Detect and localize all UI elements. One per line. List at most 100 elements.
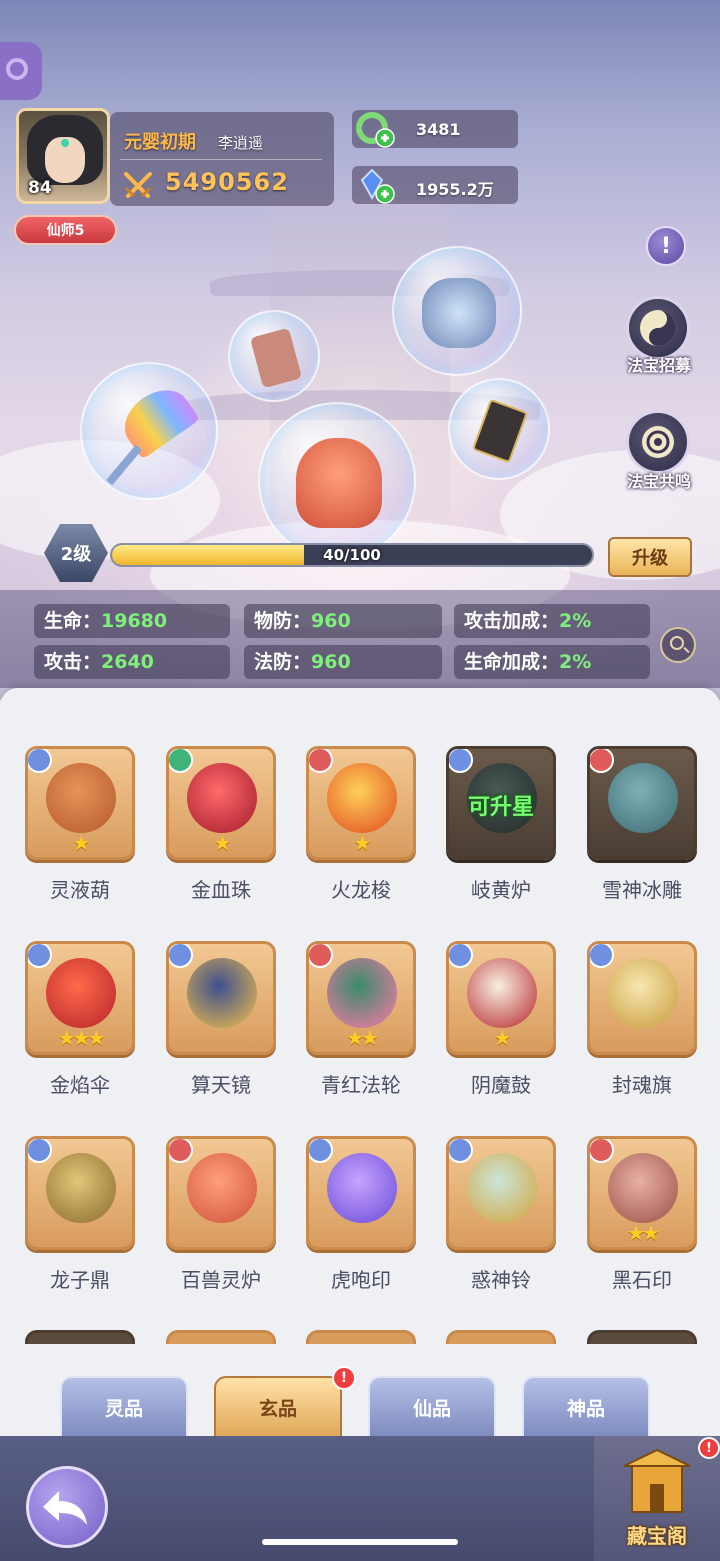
treasure-card[interactable]: ★ [166, 746, 276, 860]
treasure-bubble-fan[interactable] [80, 362, 218, 500]
player-name: 李逍遥 [218, 134, 264, 152]
treasure-name: 青红法轮 [321, 1073, 401, 1097]
stats-detail-button[interactable] [660, 627, 696, 663]
treasure-card[interactable]: ★★ [587, 1136, 697, 1250]
treasure-item-icon [608, 958, 678, 1028]
treasure-card[interactable] [306, 1136, 416, 1250]
treasure-name: 虎咆印 [331, 1268, 391, 1292]
treasure-card-partial[interactable] [306, 1330, 416, 1344]
treasure-card-partial[interactable] [166, 1330, 276, 1344]
treasure-card[interactable]: ★★★ [25, 941, 135, 1055]
treasure-name: 灵液葫 [50, 878, 110, 902]
ring-icon [6, 58, 28, 80]
element-type-icon [449, 749, 473, 773]
treasure-item-icon [46, 763, 116, 833]
stat-attack-bonus: 攻击加成：2% [454, 604, 650, 638]
tab-xian-grade[interactable]: 仙品 [368, 1376, 496, 1436]
treasure-name: 阴魔鼓 [471, 1073, 531, 1097]
element-type-icon [590, 944, 614, 968]
home-indicator[interactable] [262, 1539, 458, 1545]
treasure-item-icon [608, 1153, 678, 1223]
treasure-bubble-stone-seal[interactable] [228, 310, 320, 402]
resonance-label: 法宝共鸣 [626, 472, 691, 491]
treasure-item-icon [187, 958, 257, 1028]
treasure-card-partial[interactable] [446, 1330, 556, 1344]
upgrade-button[interactable]: 升级 [608, 537, 692, 577]
treasure-card[interactable] [25, 1136, 135, 1250]
player-level: 84 [28, 178, 52, 198]
treasure-item-icon [327, 1153, 397, 1223]
treasure-card[interactable]: ★ [446, 941, 556, 1055]
info-button[interactable]: ! [646, 226, 686, 266]
stat-hp: 生命：19680 [34, 604, 230, 638]
treasure-name: 惑神铃 [471, 1268, 531, 1292]
treasure-item-icon [46, 1153, 116, 1223]
recruit-label: 法宝招募 [626, 356, 691, 375]
treasure-card[interactable]: ★ [25, 746, 135, 860]
jade-coin-plus-icon[interactable] [354, 110, 396, 150]
element-type-icon [590, 749, 614, 773]
side-menu-tab[interactable] [0, 42, 42, 100]
treasure-card[interactable] [446, 1136, 556, 1250]
player-realm: 元婴初期 [124, 132, 196, 153]
exp-progress-bar: 40/100 [110, 543, 594, 567]
element-type-icon [449, 944, 473, 968]
stat-attack: 攻击：2640 [34, 645, 230, 679]
treasure-bubble-ice-statue[interactable] [392, 246, 522, 376]
jade-amount: 3481 [416, 120, 461, 139]
divider [120, 159, 322, 160]
treasure-card[interactable]: 可升星 [446, 746, 556, 860]
treasure-name: 黑石印 [612, 1268, 672, 1292]
treasure-card-partial[interactable] [587, 1330, 697, 1344]
tab-xuan-grade[interactable]: 玄品 [214, 1376, 342, 1436]
treasure-item-icon [467, 1153, 537, 1223]
back-arrow-icon [43, 1491, 87, 1525]
resonance-button[interactable] [626, 410, 690, 474]
treasure-bubble-beast-furnace[interactable] [258, 402, 416, 560]
treasure-name: 算天镜 [191, 1073, 251, 1097]
treasure-card[interactable]: ★ [306, 746, 416, 860]
star-rating: ★ [213, 831, 232, 855]
element-type-icon [169, 1139, 193, 1163]
treasure-item-icon [187, 1153, 257, 1223]
stat-phys-def: 物防：960 [244, 604, 442, 638]
exp-progress-text: 40/100 [323, 546, 381, 564]
vip-badge[interactable]: 仙师5 [14, 215, 117, 245]
element-type-icon [169, 944, 193, 968]
treasure-card-partial[interactable] [25, 1330, 135, 1344]
magnifier-icon [670, 636, 684, 650]
treasure-pavilion-label: 藏宝阁 [627, 1524, 687, 1548]
crystal-amount: 1955.2万 [416, 180, 494, 199]
combat-power: 5490562 [165, 168, 289, 196]
treasure-item-icon [608, 763, 678, 833]
treasure-name: 金血珠 [191, 878, 251, 902]
treasure-item-icon [187, 763, 257, 833]
treasure-name: 百兽灵炉 [181, 1268, 261, 1292]
back-button[interactable] [26, 1466, 108, 1548]
stat-hp-bonus: 生命加成：2% [454, 645, 650, 679]
star-rating: ★ [353, 831, 372, 855]
treasure-item-icon [467, 958, 537, 1028]
element-type-icon [169, 749, 193, 773]
blue-crystal-plus-icon[interactable] [354, 166, 396, 206]
recruit-button[interactable] [626, 296, 690, 360]
treasure-name: 封魂旗 [612, 1073, 672, 1097]
tab-ling-grade[interactable]: 灵品 [60, 1376, 188, 1436]
treasure-bubble-banner[interactable] [448, 378, 550, 480]
star-rating: ★★ [627, 1221, 660, 1245]
element-type-icon [309, 1139, 333, 1163]
yin-yang-icon [640, 310, 676, 346]
treasure-card[interactable]: ★★ [306, 941, 416, 1055]
treasure-name: 金焰伞 [50, 1073, 110, 1097]
treasure-card[interactable] [587, 941, 697, 1055]
element-type-icon [28, 1139, 52, 1163]
treasure-card[interactable] [166, 941, 276, 1055]
tab-shen-grade[interactable]: 神品 [522, 1376, 650, 1436]
element-type-icon [309, 944, 333, 968]
treasure-name: 岐黄炉 [471, 878, 531, 902]
element-type-icon [28, 944, 52, 968]
element-type-icon [309, 749, 333, 773]
treasure-card[interactable] [587, 746, 697, 860]
treasure-card[interactable] [166, 1136, 276, 1250]
stat-magic-def: 法防：960 [244, 645, 442, 679]
